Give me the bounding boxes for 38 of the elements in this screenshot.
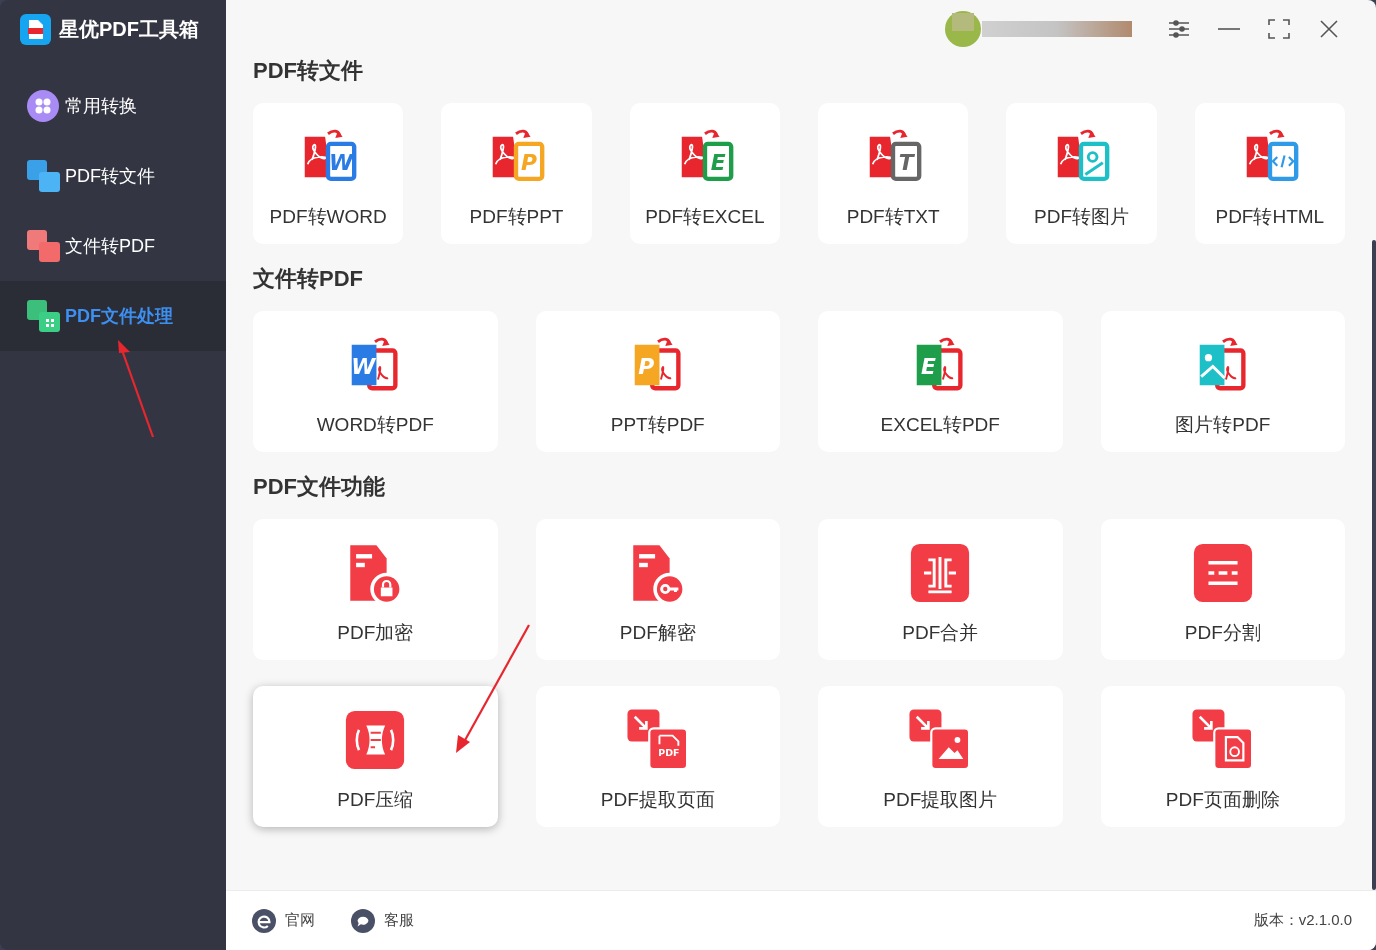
tool-card[interactable]: W PDF转WORD bbox=[253, 103, 404, 244]
sidebar-icon bbox=[26, 299, 61, 333]
sidebar-icon bbox=[26, 89, 61, 123]
tool-card[interactable]: T PDF转TXT bbox=[818, 103, 969, 244]
footer-link[interactable]: 官网 bbox=[252, 908, 315, 933]
section-title: PDF转文件 bbox=[253, 56, 364, 85]
avatar-icon bbox=[944, 11, 982, 47]
footer-link[interactable]: 客服 bbox=[351, 908, 414, 933]
tool-card[interactable]: PDF页面删除 bbox=[1100, 686, 1345, 827]
tool-card[interactable]: 图片转PDF bbox=[1100, 311, 1345, 452]
tool-card[interactable]: PDF加密 bbox=[253, 519, 498, 660]
sidebar-item[interactable]: 常用转换 bbox=[0, 71, 226, 141]
tool-card[interactable]: PDF解密 bbox=[535, 519, 780, 660]
tool-card[interactable]: P PDF转PPT bbox=[441, 103, 592, 244]
version-label: 版本：v2.1.0.0 bbox=[1253, 910, 1352, 931]
tool-card[interactable]: PDF转HTML bbox=[1194, 103, 1345, 244]
browser-icon bbox=[252, 908, 276, 933]
tool-card[interactable]: PDF提取图片 bbox=[818, 686, 1063, 827]
tool-card[interactable]: E PDF转EXCEL bbox=[629, 103, 780, 244]
sidebar-icon bbox=[26, 229, 61, 263]
tool-card[interactable]: P PPT转PDF bbox=[535, 311, 780, 452]
section-title: PDF文件功能 bbox=[253, 472, 386, 501]
sidebar-item[interactable]: PDF转文件 bbox=[0, 141, 226, 211]
tool-card[interactable]: W WORD转PDF bbox=[253, 311, 498, 452]
tool-card[interactable]: PDF分割 bbox=[1100, 519, 1345, 660]
app-title: 星优PDF工具箱 bbox=[59, 17, 199, 42]
sidebar-item[interactable]: PDF文件处理 bbox=[0, 281, 226, 351]
sidebar-icon bbox=[26, 159, 61, 193]
scrollbar[interactable] bbox=[1372, 240, 1376, 890]
tool-card[interactable]: PDF压缩 bbox=[253, 686, 498, 827]
tool-card[interactable]: E EXCEL转PDF bbox=[818, 311, 1063, 452]
tool-card[interactable]: PDF合并 bbox=[818, 519, 1063, 660]
tool-card[interactable]: PDF转图片 bbox=[1006, 103, 1157, 244]
chat-icon bbox=[351, 908, 375, 933]
tool-card[interactable]: PDF PDF提取页面 bbox=[535, 686, 780, 827]
sidebar-item[interactable]: 文件转PDF bbox=[0, 211, 226, 281]
section-title: 文件转PDF bbox=[253, 264, 364, 293]
app-logo-icon bbox=[20, 13, 51, 45]
